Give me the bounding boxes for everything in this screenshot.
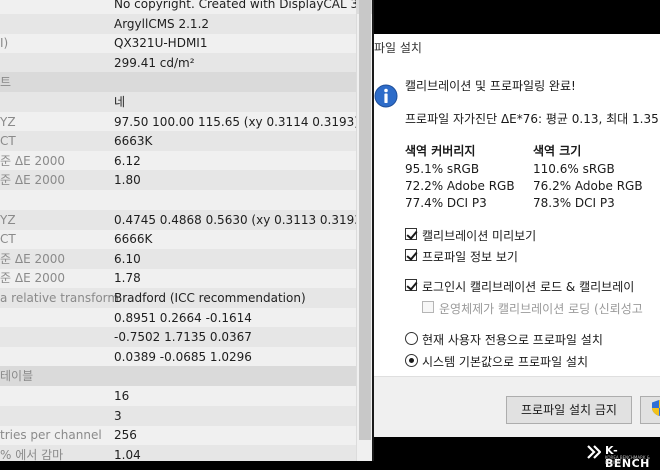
info-row: 16 xyxy=(0,386,356,406)
info-row-value: 16 xyxy=(114,389,130,403)
profile-info-label: 프로파일 정보 보기 xyxy=(422,250,518,264)
info-row-key: CT xyxy=(0,232,16,247)
info-row-key: YZ xyxy=(0,114,16,129)
info-row-value: 6663K xyxy=(114,134,153,149)
os-calibration-loading-label: 운영체제가 캘리브레이션 로딩 (신뢰성고 xyxy=(439,302,643,316)
install-user-radio[interactable] xyxy=(405,332,418,345)
coverage-srgb: 95.1% sRGB xyxy=(405,162,480,176)
info-row: CT 6663K xyxy=(0,131,356,152)
info-row: 준 ΔE 2000 6.12 xyxy=(0,151,356,171)
info-row: 3 xyxy=(0,405,356,426)
watermark-tagline: KOREA BENCHMARK & REVIEW xyxy=(605,455,650,465)
info-row: % 에서 감마 1.04 xyxy=(0,444,356,461)
install-system-label: 시스템 기본값으로 프로파일 설치 xyxy=(422,355,589,369)
install-system-radio[interactable] xyxy=(405,354,418,367)
info-row: ArgyllCMS 2.1.2 xyxy=(0,13,356,34)
info-row-key: 준 ΔE 2000 xyxy=(0,271,65,286)
info-row-value: 6.12 xyxy=(114,153,141,168)
dialog-title: 파일 설치 xyxy=(374,41,422,55)
os-calibration-loading-checkbox[interactable] xyxy=(422,301,434,313)
info-row-key: 준 ΔE 2000 xyxy=(0,173,65,188)
dialog-footer: 프로파일 설치 금지 xyxy=(374,376,660,437)
calibration-preview-checkbox[interactable] xyxy=(405,228,417,240)
info-row-key: % 에서 감마 xyxy=(0,447,64,461)
uac-shield-icon xyxy=(652,400,660,416)
info-row xyxy=(0,190,356,210)
info-row-value: 3 xyxy=(114,408,122,423)
info-row: 준 ΔE 2000 1.78 xyxy=(0,268,356,288)
info-row-value: QX321U-HDMI1 xyxy=(114,36,208,51)
size-dci-p3: 78.3% DCI P3 xyxy=(533,196,615,210)
size-adobe-rgb: 76.2% Adobe RGB xyxy=(533,179,643,193)
info-row: 0.0389 -0.0685 1.0296 xyxy=(0,347,356,367)
gamut-size-header: 색역 크기 xyxy=(533,144,582,158)
info-row-value: 1.04 xyxy=(114,447,141,461)
info-icon xyxy=(374,84,398,108)
info-row-key: 트 xyxy=(0,75,12,90)
info-row-key: I) xyxy=(0,36,9,51)
info-row-key: 준 ΔE 2000 xyxy=(0,153,65,168)
info-row-key: CT xyxy=(0,134,16,149)
info-row: YZ 0.4745 0.4868 0.5630 (xy 0.3113 0.3193… xyxy=(0,209,356,230)
info-row: 테이블 xyxy=(0,366,356,387)
kbench-logo-icon xyxy=(587,445,601,459)
info-row: CT 6666K xyxy=(0,229,356,249)
coverage-header: 색역 커버리지 xyxy=(405,144,476,158)
scroll-thumb[interactable] xyxy=(359,0,371,440)
info-row-key: 테이블 xyxy=(0,369,34,384)
info-row-value: ArgyllCMS 2.1.2 xyxy=(114,16,210,31)
info-row: 준 ΔE 2000 6.10 xyxy=(0,248,356,269)
info-scrollbar[interactable]: ▲ xyxy=(356,0,372,461)
info-row: 트 xyxy=(0,72,356,93)
info-row-value: 네 xyxy=(114,95,126,109)
kbench-watermark: K-BENCH KOREA BENCHMARK & REVIEW xyxy=(583,442,660,470)
info-row: 0.8951 0.2664 -0.1614 xyxy=(0,308,356,328)
info-row-value: 6.10 xyxy=(114,251,141,266)
profile-info-table: No copyright. Created with DisplayCAL 3.… xyxy=(0,0,356,461)
info-row-value: 97.50 100.00 115.65 (xy 0.3114 0.3193) xyxy=(114,114,356,129)
install-user-label: 현재 사용자 전용으로 프로파일 설치 xyxy=(422,333,603,347)
size-srgb: 110.6% sRGB xyxy=(533,162,615,176)
info-row: tries per channel 256 xyxy=(0,425,356,445)
info-row-key: YZ xyxy=(0,212,16,227)
profile-info-checkbox[interactable] xyxy=(405,249,417,261)
login-load-calibration-label: 로그인시 캘리브레이션 로드 & 캘리브레이 xyxy=(422,280,635,294)
profile-install-dialog: 파일 설치 캘리브레이션 및 프로파일링 완료! 프로파일 자가진단 ΔE*76… xyxy=(374,0,660,461)
info-row-key: tries per channel xyxy=(0,428,102,443)
info-row-value: 0.8951 0.2664 -0.1614 xyxy=(114,310,252,325)
info-row-value: 1.78 xyxy=(114,271,141,286)
coverage-dci-p3: 77.4% DCI P3 xyxy=(405,196,487,210)
info-row: -0.7502 1.7135 0.0367 xyxy=(0,327,356,348)
info-row-value: 256 xyxy=(114,428,137,443)
info-row-value: 1.80 xyxy=(114,173,141,188)
info-row-value: 0.0389 -0.0685 1.0296 xyxy=(114,349,252,364)
info-row: I) QX321U-HDMI1 xyxy=(0,33,356,53)
completion-heading: 캘리브레이션 및 프로파일링 완료! xyxy=(405,79,576,93)
login-load-calibration-checkbox[interactable] xyxy=(405,279,417,291)
do-not-install-button[interactable]: 프로파일 설치 금지 xyxy=(506,396,632,424)
info-row-value: 0.4745 0.4868 0.5630 (xy 0.3113 0.3193) xyxy=(114,212,356,227)
info-row: 299.41 cd/m² xyxy=(0,52,356,73)
info-row: YZ 97.50 100.00 115.65 (xy 0.3114 0.3193) xyxy=(0,112,356,132)
dialog-body: 캘리브레이션 및 프로파일링 완료! 프로파일 자가진단 ΔE*76: 평균 0… xyxy=(374,62,660,376)
info-row: a relative transform Bradford (ICC recomm… xyxy=(0,288,356,308)
info-row-key: a relative transform xyxy=(0,291,120,305)
info-row-value: 299.41 cd/m² xyxy=(114,55,195,70)
info-row: No copyright. Created with DisplayCAL 3.… xyxy=(0,0,356,14)
info-row-value: -0.7502 1.7135 0.0367 xyxy=(114,330,252,345)
info-row-value: Bradford (ICC recommendation) xyxy=(114,291,306,305)
coverage-adobe-rgb: 72.2% Adobe RGB xyxy=(405,179,515,193)
info-row-value: No copyright. Created with DisplayCAL 3.… xyxy=(114,0,356,11)
info-row: 준 ΔE 2000 1.80 xyxy=(0,170,356,191)
info-row-key: 준 ΔE 2000 xyxy=(0,251,65,266)
dialog-titlebar: 파일 설치 xyxy=(374,34,660,62)
info-row: 네 xyxy=(0,92,356,112)
self-check-result: 프로파일 자가진단 ΔE*76: 평균 0.13, 최대 1.35 xyxy=(405,112,659,126)
info-row-value: 6666K xyxy=(114,232,153,247)
calibration-preview-label: 캘리브레이션 미리보기 xyxy=(422,229,537,243)
